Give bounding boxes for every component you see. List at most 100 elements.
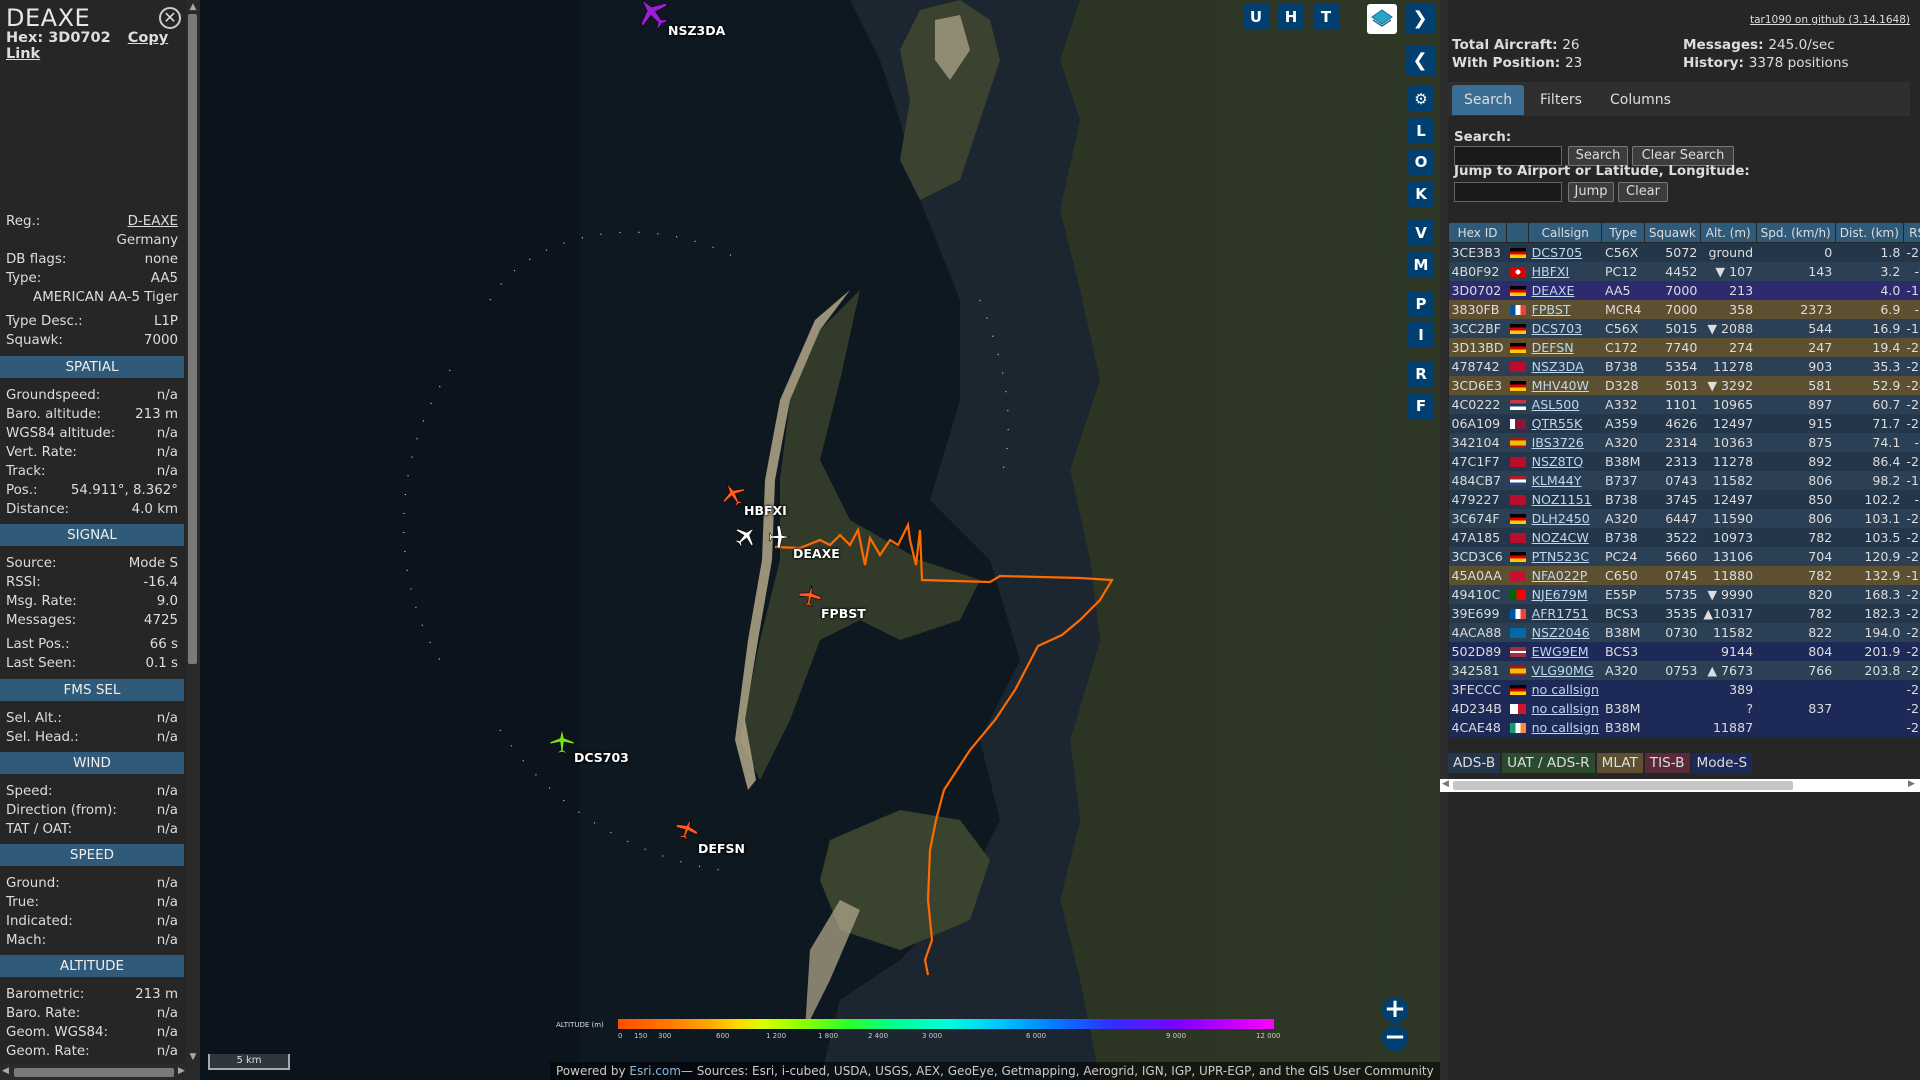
callsign-link[interactable]: DLH2450 [1532,511,1590,526]
table-row[interactable]: 47C1F7 NSZ8TQ B38M 2313 11278 892 86.4 -25.8 [1448,451,1920,471]
github-link[interactable]: tar1090 on github (3.14.1648) [1750,14,1910,26]
search-button[interactable]: Search [1568,146,1628,166]
expand-sidebar-button[interactable]: ❯ [1405,4,1435,34]
table-row[interactable]: 3CD3C6 PTN523C PC24 5660 13106 704 120.9 -21.7 [1448,546,1920,566]
table-row[interactable]: 3D0702 DEAXE AA5 7000 213 4.0 -16.4 [1448,280,1920,300]
col-squawk[interactable]: Squawk [1643,222,1701,243]
callsign-link[interactable]: HBFXI [1532,264,1570,279]
label-nsz3da[interactable]: NSZ3DA [668,23,725,38]
clear-search-button[interactable]: Clear Search [1632,146,1734,166]
callsign-link[interactable]: EWG9EM [1532,644,1589,659]
callsign-link[interactable]: NOZ1151 [1532,492,1592,507]
clear-jump-button[interactable]: Clear [1618,182,1668,202]
settings-button[interactable]: ⚙ [1408,86,1434,112]
v-button[interactable]: V [1408,220,1434,246]
table-row[interactable]: 3C674F DLH2450 A320 6447 11590 806 103.1 -26.0 [1448,508,1920,528]
callsign-link[interactable]: ASL500 [1532,397,1580,412]
callsign-link[interactable]: no callsign [1532,682,1599,697]
table-row[interactable]: 49410C NJE679M E55P 5735 ▼ 9990 820 168.3 -20.3 [1448,584,1920,604]
callsign-link[interactable]: no callsign [1532,720,1599,735]
table-row[interactable]: 45A0AA NFA022P C650 0745 11880 782 132.9 -16.6 [1448,565,1920,585]
close-icon[interactable]: ✕ [159,7,181,29]
callsign-link[interactable]: FPBST [1532,302,1571,317]
label-fpbst[interactable]: FPBST [821,606,866,621]
tab-columns[interactable]: Columns [1598,85,1683,115]
jump-input[interactable] [1454,182,1562,202]
table-row[interactable]: 478742 NSZ3DA B738 5354 11278 903 35.3 -22.7 [1448,356,1920,376]
r-button[interactable]: R [1408,361,1434,387]
callsign-link[interactable]: IBS3726 [1532,435,1584,450]
reg-link[interactable]: D-EAXE [128,214,178,229]
table-row[interactable]: 3CE3B3 DCS705 C56X 5072 ground 0 1.8 -25.2 [1448,242,1920,262]
p-button[interactable]: P [1408,291,1434,317]
label-dcs703[interactable]: DCS703 [574,750,629,765]
h-button[interactable]: H [1278,4,1304,30]
table-row[interactable]: 3830FB FPBST MCR4 7000 358 2373 6.9 -7.3 [1448,299,1920,319]
callsign-link[interactable]: no callsign [1532,701,1599,716]
table-row[interactable]: 479227 NOZ1151 B738 3745 12497 850 102.2 -8.6 [1448,489,1920,509]
tab-filters[interactable]: Filters [1528,85,1594,115]
u-button[interactable]: U [1243,4,1269,30]
callsign-link[interactable]: NJE679M [1532,587,1588,602]
scroll-left-arrow-icon[interactable]: ◀ [2,1066,9,1076]
l-button[interactable]: L [1408,118,1434,144]
callsign-link[interactable]: KLM44Y [1532,473,1582,488]
m-button[interactable]: M [1408,252,1434,278]
callsign-link[interactable]: NFA022P [1532,568,1588,583]
col-speed[interactable]: Spd. (km/h) [1755,222,1836,243]
col-type[interactable]: Type [1601,222,1645,243]
table-row[interactable]: 06A109 QTR55K A359 4626 12497 915 71.7 -21.6 [1448,413,1920,433]
label-hbfxi[interactable]: HBFXI [744,503,787,518]
info-hscroll-thumb[interactable] [14,1068,174,1077]
table-row[interactable]: 3D13BD DEFSN C172 7740 274 247 19.4 -23.6 [1448,337,1920,357]
table-row[interactable]: 484CB7 KLM44Y B737 0743 11582 806 98.2 -19.8 [1448,470,1920,490]
table-horizontal-scrollbar[interactable]: ◀ ▶ [1440,779,1920,792]
info-horizontal-scrollbar[interactable]: ◀ ▶ [0,1064,200,1080]
label-deaxe[interactable]: DEAXE [793,546,840,561]
callsign-link[interactable]: NSZ8TQ [1532,454,1584,469]
callsign-link[interactable]: DCS703 [1532,321,1583,336]
callsign-link[interactable]: DEFSN [1532,340,1574,355]
callsign-link[interactable]: NOZ4CW [1532,530,1589,545]
col-flag[interactable] [1506,222,1530,243]
table-row[interactable]: 39E699 AFR1751 BCS3 3535 ▲10317 782 182.3 -27.2 [1448,603,1920,623]
i-button[interactable]: I [1408,322,1434,348]
callsign-link[interactable]: PTN523C [1532,549,1590,564]
callsign-link[interactable]: DCS705 [1532,245,1583,260]
table-row[interactable]: 4B0F92 HBFXI PC12 4452 ▼ 107 143 3.2 -9.9 [1448,261,1920,281]
o-button[interactable]: O [1408,149,1434,175]
label-defsn[interactable]: DEFSN [698,841,745,856]
t-button[interactable]: T [1313,4,1339,30]
info-vertical-scrollbar[interactable]: ▲ ▼ [186,0,200,1064]
sidebar-resize-handle[interactable] [1440,0,1448,1080]
table-row[interactable]: 4C0222 ASL500 A332 1101 10965 897 60.7 -21.9 [1448,394,1920,414]
table-row[interactable]: 3CD6E3 MHV40W D328 5013 ▼ 3292 581 52.9 -24.1 [1448,375,1920,395]
info-scroll-thumb[interactable] [188,14,197,664]
map-view[interactable]: NSZ3DA HBFXI DEAXE FPBST DCS703 DEFSN U … [200,0,1440,1080]
collapse-sidebar-button[interactable]: ❮ [1405,46,1435,76]
scroll-down-arrow-icon[interactable]: ▼ [188,1052,198,1062]
layers-button[interactable] [1367,4,1397,34]
col-hex[interactable]: Hex ID [1447,222,1508,243]
table-row[interactable]: 342581 VLG90MG A320 0753 ▲ 7673 766 203.8 -25.8 [1448,660,1920,680]
callsign-link[interactable]: MHV40W [1532,378,1589,393]
table-row[interactable]: 502D89 EWG9EM BCS3 9144 804 201.9 -28.1 [1448,641,1920,661]
scroll-up-arrow-icon[interactable]: ▲ [188,2,198,12]
table-row[interactable]: 4ACA88 NSZ2046 B38M 0730 11582 822 194.0 -26.5 [1448,622,1920,642]
scroll-left-arrow-icon[interactable]: ◀ [1442,779,1449,789]
col-alt[interactable]: Alt. (m) [1699,222,1757,243]
table-hscroll-thumb[interactable] [1453,781,1793,790]
f-button[interactable]: F [1408,393,1434,419]
callsign-link[interactable]: DEAXE [1532,283,1575,298]
callsign-link[interactable]: NSZ2046 [1532,625,1590,640]
col-rssi[interactable]: RSSI [1902,222,1920,243]
table-row[interactable]: 4D234B no callsign B38M? 837 -28.7 [1448,698,1920,718]
table-row[interactable]: 3FECCC no callsign 389 -26.3 [1448,679,1920,699]
callsign-link[interactable]: QTR55K [1532,416,1583,431]
table-row[interactable]: 3CC2BF DCS703 C56X 5015 ▼ 2088 544 16.9 -15.3 [1448,318,1920,338]
search-input[interactable] [1454,146,1562,166]
col-dist[interactable]: Dist. (km) [1834,222,1904,243]
k-button[interactable]: K [1408,181,1434,207]
table-row[interactable]: 47A185 NOZ4CW B738 3522 10973 782 103.5 -26.5 [1448,527,1920,547]
tab-search[interactable]: Search [1452,85,1525,115]
